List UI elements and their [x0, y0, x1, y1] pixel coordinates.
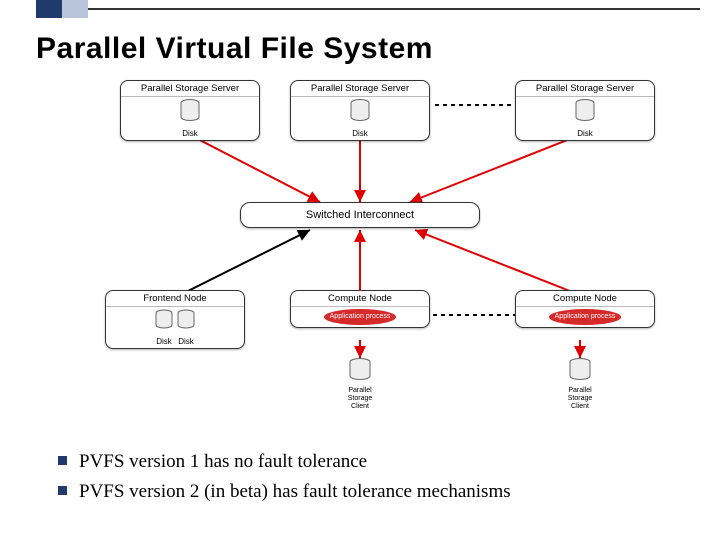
bullet-list: PVFS version 1 has no fault tolerance PV…	[58, 449, 680, 510]
storage-server-1: Parallel Storage Server Disk	[120, 80, 260, 141]
bullet-item: PVFS version 2 (in beta) has fault toler…	[58, 479, 680, 506]
cylinder-icon	[339, 358, 381, 385]
storage-server-label: Parallel Storage Server	[516, 81, 654, 97]
disk-icon: Disk	[575, 99, 595, 138]
storage-server-2: Parallel Storage Server Disk	[290, 80, 430, 141]
disk-icon: Disk	[155, 309, 173, 346]
frontend-label: Frontend Node	[106, 291, 244, 307]
disk-label: Disk	[575, 129, 595, 138]
disk-label: Disk	[177, 337, 195, 346]
bullet-square-icon	[58, 486, 67, 495]
bullet-text: PVFS version 1 has no fault tolerance	[79, 449, 367, 476]
disk-label: Disk	[180, 129, 200, 138]
accent-bar	[0, 0, 720, 18]
bullet-text: PVFS version 2 (in beta) has fault toler…	[79, 479, 511, 506]
disk-label: Disk	[155, 337, 173, 346]
storage-server-label: Parallel Storage Server	[291, 81, 429, 97]
slide-title: Parallel Virtual File System	[36, 32, 433, 66]
accent-square-dark	[36, 0, 62, 18]
disk-label: Disk	[350, 129, 370, 138]
application-process: Application process	[324, 309, 397, 325]
bullet-square-icon	[58, 456, 67, 465]
storage-server-3: Parallel Storage Server Disk	[515, 80, 655, 141]
accent-line	[88, 8, 700, 10]
disk-icon: Disk	[177, 309, 195, 346]
compute-node-1: Compute Node Application process	[290, 290, 430, 328]
compute-node-2: Compute Node Application process	[515, 290, 655, 328]
application-process: Application process	[549, 309, 622, 325]
cylinder-icon	[559, 358, 601, 385]
parallel-storage-client-2: Parallel Storage Client	[559, 358, 601, 411]
disk-icon: Disk	[180, 99, 200, 138]
compute-label: Compute Node	[291, 291, 429, 307]
psc-label: Parallel Storage Client	[559, 387, 601, 411]
parallel-storage-client-1: Parallel Storage Client	[339, 358, 381, 411]
switched-interconnect: Switched Interconnect	[240, 202, 480, 228]
psc-label: Parallel Storage Client	[339, 387, 381, 411]
frontend-node: Frontend Node Disk Disk	[105, 290, 245, 349]
compute-label: Compute Node	[516, 291, 654, 307]
accent-square-light	[62, 0, 88, 18]
bullet-item: PVFS version 1 has no fault tolerance	[58, 449, 680, 476]
storage-server-label: Parallel Storage Server	[121, 81, 259, 97]
pvfs-diagram: Parallel Storage Server Disk Parallel St…	[60, 80, 660, 410]
disk-icon: Disk	[350, 99, 370, 138]
